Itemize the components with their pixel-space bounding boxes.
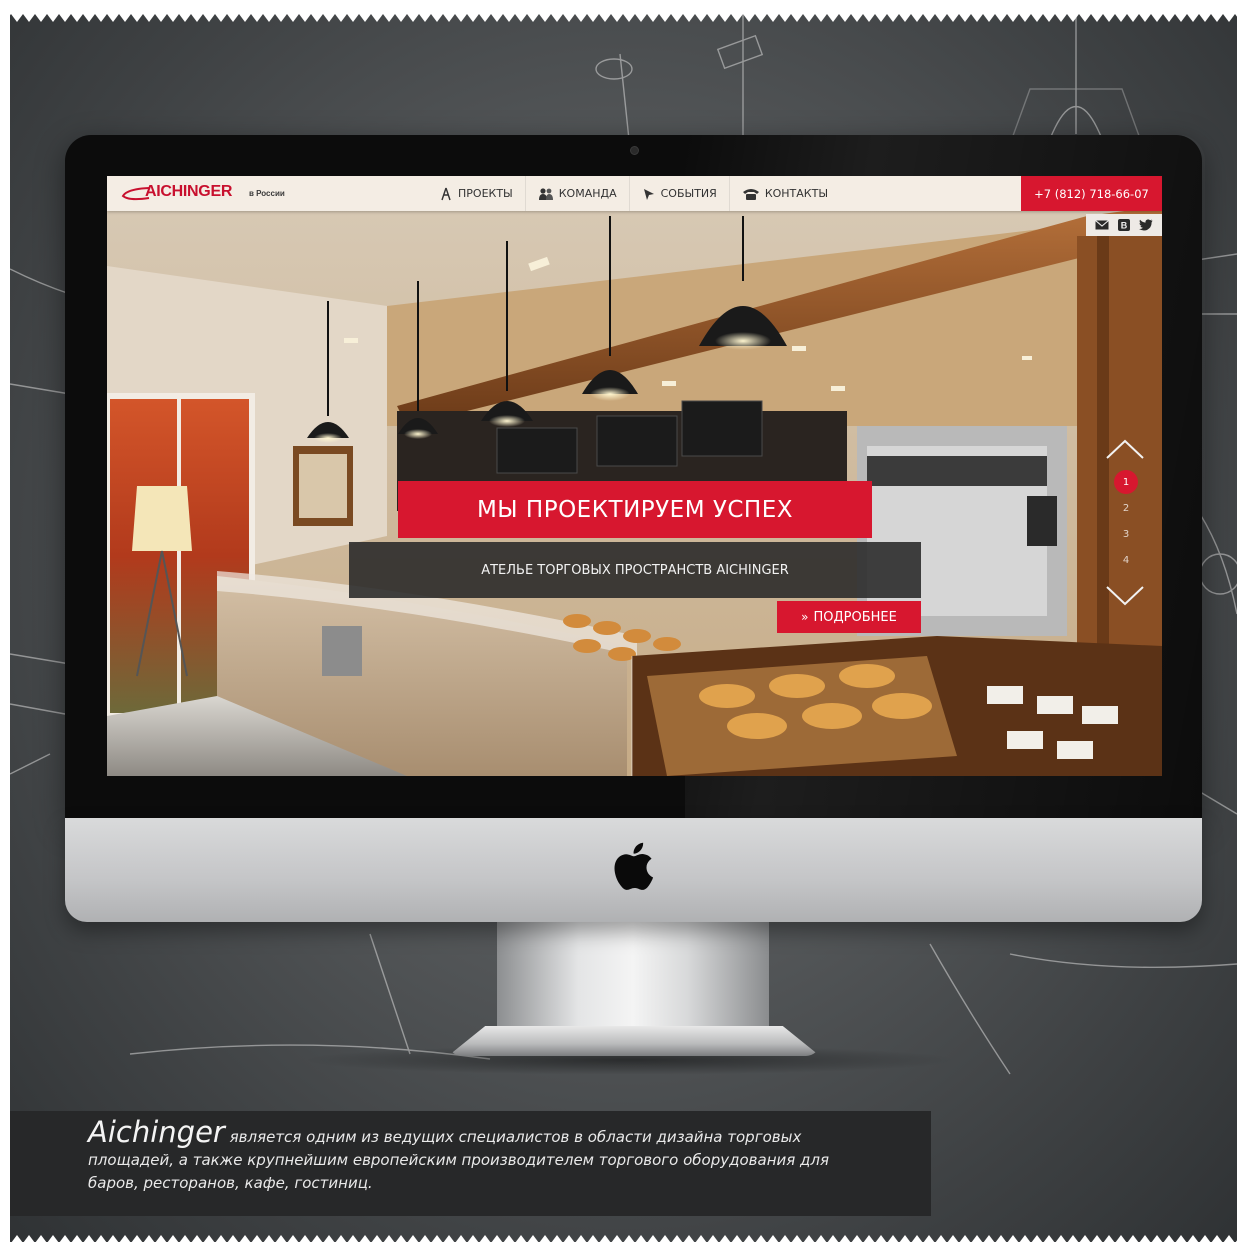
chevron-up-icon[interactable] [1105, 438, 1145, 460]
hero-title-box: МЫ ПРОЕКТИРУЕМ УСПЕХ [398, 481, 872, 538]
webcam [630, 146, 639, 155]
nav-item-projects[interactable]: ПРОЕКТЫ [427, 176, 526, 211]
hero-title: МЫ ПРОЕКТИРУЕМ УСПЕХ [476, 496, 794, 523]
main-nav: ПРОЕКТЫ КОМАНДА СОБЫТИЯ КОНТАКТЫ [427, 176, 840, 211]
more-button-label: ПОДРОБНЕЕ [813, 609, 897, 625]
pager-dot-1[interactable]: 1 [1114, 470, 1138, 494]
caption-brand: Aichinger [88, 1115, 225, 1149]
monitor-screen: AICHINGER в России ПРОЕКТЫ КОМАНДА СОБЫТ… [107, 176, 1162, 776]
cursor-icon [643, 188, 654, 200]
nav-item-contacts[interactable]: КОНТАКТЫ [730, 176, 840, 211]
nav-item-team-label: КОМАНДА [558, 187, 617, 200]
monitor-stand [497, 922, 769, 1030]
brand-name: AICHINGER [145, 183, 233, 200]
double-chevron-right-icon: » [801, 610, 809, 624]
more-button[interactable]: » ПОДРОБНЕЕ [777, 601, 921, 633]
caption-text: Aichinger является одним из ведущих спец… [88, 1118, 848, 1195]
caption-box: Aichinger является одним из ведущих спец… [10, 1111, 931, 1216]
slider-pager: 1 2 3 4 [1103, 438, 1147, 606]
zigzag-edge-bottom [0, 1235, 1247, 1257]
svg-text:В: В [1121, 221, 1128, 231]
people-icon [538, 187, 553, 200]
nav-item-projects-label: ПРОЕКТЫ [458, 187, 513, 200]
compass-icon [441, 187, 451, 200]
phone-icon [742, 188, 759, 200]
site-header: AICHINGER в России ПРОЕКТЫ КОМАНДА СОБЫТ… [107, 176, 1162, 211]
zigzag-edge-top [0, 0, 1247, 22]
nav-item-events[interactable]: СОБЫТИЯ [630, 176, 730, 211]
bakery-interior-photo [107, 176, 1162, 776]
nav-item-team[interactable]: КОМАНДА [526, 176, 630, 211]
mail-icon[interactable] [1095, 220, 1109, 230]
apple-logo-icon [614, 842, 654, 890]
nav-item-contacts-label: КОНТАКТЫ [764, 187, 829, 200]
nav-item-events-label: СОБЫТИЯ [660, 187, 717, 200]
brand-subtitle: в России [249, 189, 285, 198]
hero-subtitle-box: АТЕЛЬЕ ТОРГОВЫХ ПРОСТРАНСТВ AICHINGER [349, 542, 921, 598]
vk-icon[interactable]: В [1118, 219, 1130, 231]
header-phone-text: +7 (812) 718-66-07 [1034, 186, 1149, 201]
pager-dot-4[interactable]: 4 [1114, 548, 1138, 572]
pager-dot-3[interactable]: 3 [1114, 522, 1138, 546]
monitor-stand-foot [448, 1026, 820, 1056]
twitter-icon[interactable] [1139, 219, 1153, 231]
chevron-down-icon[interactable] [1105, 584, 1145, 606]
hero-subtitle: АТЕЛЬЕ ТОРГОВЫХ ПРОСТРАНСТВ AICHINGER [481, 562, 789, 578]
header-phone[interactable]: +7 (812) 718-66-07 [1021, 176, 1162, 211]
social-links: В [1086, 214, 1162, 236]
pager-dot-2[interactable]: 2 [1114, 496, 1138, 520]
